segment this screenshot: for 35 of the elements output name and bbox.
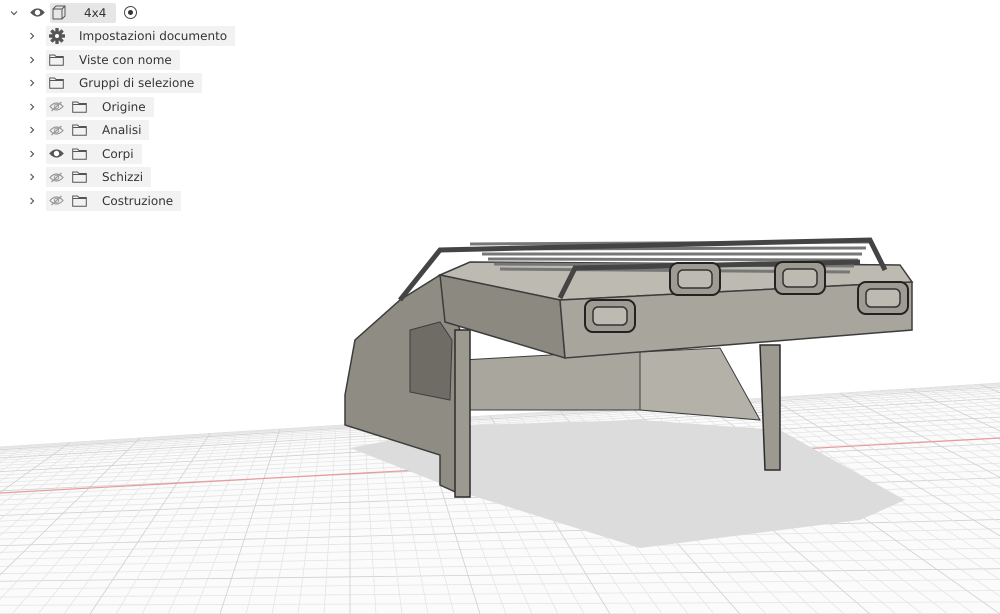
folder-icon — [49, 77, 64, 90]
browser-item[interactable]: Impostazioni documento — [46, 26, 236, 46]
activate-radio[interactable] — [124, 6, 138, 20]
component-name: 4x4 — [84, 4, 106, 22]
chevron-right-icon[interactable] — [28, 150, 36, 158]
component-item[interactable]: 4x4 — [50, 2, 116, 23]
eye-icon[interactable] — [49, 148, 64, 160]
folder-icon — [72, 124, 87, 136]
chevron-down-icon[interactable] — [10, 8, 18, 17]
chevron-right-icon[interactable] — [28, 79, 36, 88]
cube-icon — [52, 5, 66, 20]
browser-item[interactable]: Viste con nome — [46, 50, 180, 70]
folder-icon — [72, 194, 87, 207]
browser-item[interactable]: Origine — [46, 96, 154, 117]
folder-icon — [49, 54, 64, 66]
folder-icon — [72, 171, 87, 184]
gear-icon — [49, 28, 65, 44]
browser-item[interactable]: Schizzi — [46, 167, 152, 188]
eye-hidden-icon[interactable] — [49, 124, 64, 136]
chevron-right-icon[interactable] — [28, 196, 36, 205]
chevron-right-icon[interactable] — [28, 173, 36, 182]
browser-item[interactable]: Gruppi di selezione — [46, 73, 202, 94]
eye-hidden-icon[interactable] — [49, 172, 64, 183]
browser-item[interactable]: Corpi — [46, 144, 142, 164]
folder-icon — [72, 148, 87, 160]
chevron-right-icon[interactable] — [28, 32, 36, 40]
eye-icon[interactable] — [30, 7, 45, 18]
browser-item[interactable]: Analisi — [46, 120, 150, 140]
chevron-right-icon[interactable] — [28, 126, 36, 134]
browser-item[interactable]: Costruzione — [46, 190, 182, 211]
chevron-right-icon[interactable] — [28, 102, 36, 111]
eye-hidden-icon[interactable] — [49, 195, 64, 206]
chevron-right-icon[interactable] — [28, 56, 36, 64]
eye-hidden-icon[interactable] — [49, 101, 64, 112]
folder-icon — [72, 100, 87, 113]
